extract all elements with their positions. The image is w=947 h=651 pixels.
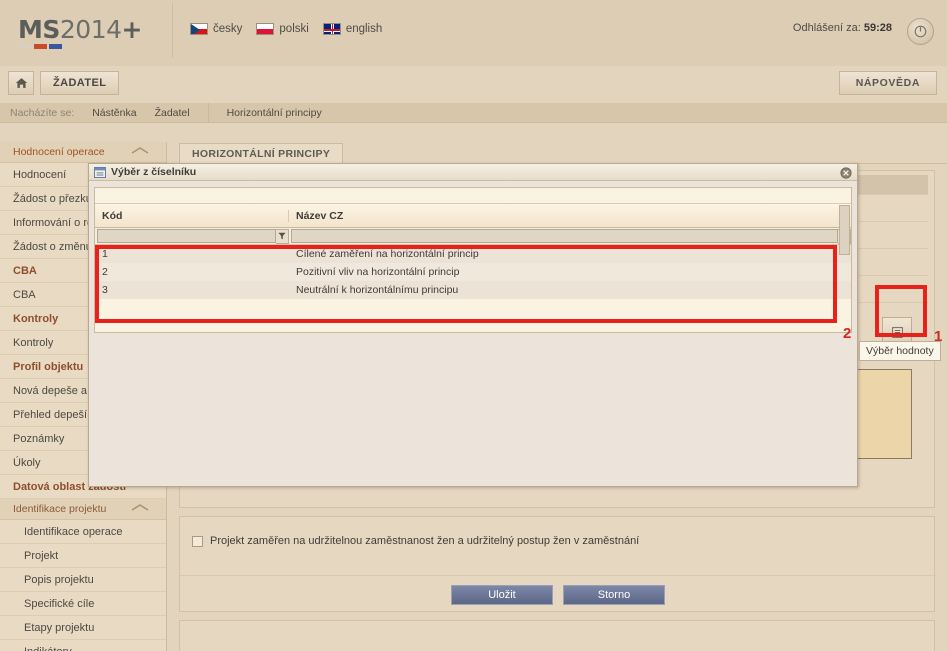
- page-header: MS2014+ česky polski english Odhlášení z…: [0, 0, 947, 66]
- grid-filter-row: [95, 228, 851, 245]
- dialog-titlebar[interactable]: Výběr z číselníku: [89, 164, 857, 181]
- form-button-bar: Uložit Storno: [180, 575, 936, 613]
- logo-plus: +: [121, 15, 143, 44]
- chevron-up-icon: [130, 503, 150, 515]
- filter-icon[interactable]: [276, 228, 289, 244]
- content-tabstrip: HORIZONTÁLNÍ PRINCIPY: [167, 142, 947, 164]
- main-toolbar: ŽADATEL NÁPOVĚDA: [0, 66, 947, 102]
- logo-ms: MS: [18, 15, 60, 44]
- tab-zadatel[interactable]: ŽADATEL: [40, 71, 120, 95]
- language-label: english: [345, 23, 383, 35]
- logout-timer-value: 59:28: [863, 22, 892, 34]
- home-icon: [15, 78, 27, 88]
- sidebar-item-identifikace-operace[interactable]: Identifikace operace: [0, 520, 166, 544]
- filter-input-nazev[interactable]: [291, 229, 838, 243]
- table-row[interactable]: 3 Neutrální k horizontálnímu principu: [95, 281, 851, 299]
- close-icon[interactable]: [840, 167, 852, 179]
- language-switcher: česky polski english: [190, 23, 382, 35]
- annotation-marker-2: 2: [843, 325, 852, 342]
- breadcrumb-separator: [207, 102, 209, 123]
- sidebar-item-projekt[interactable]: Projekt: [0, 544, 166, 568]
- column-header-nazev-cz[interactable]: Název CZ: [289, 210, 851, 222]
- breadcrumb-item-nastenka[interactable]: Nástěnka: [92, 107, 136, 119]
- help-button[interactable]: NÁPOVĚDA: [838, 71, 937, 95]
- sustainable-employment-checkbox[interactable]: [192, 535, 203, 547]
- breadcrumb-current: Horizontální principy: [226, 106, 322, 119]
- grid-footer: [95, 299, 851, 321]
- logout-timer: Odhlášení za: 59:28: [793, 22, 892, 34]
- cell-kod: 3: [102, 284, 108, 296]
- cell-kod: 2: [102, 266, 108, 278]
- home-button[interactable]: [8, 71, 34, 95]
- chevron-up-icon: [130, 146, 150, 158]
- language-option-english[interactable]: english: [322, 23, 383, 35]
- grid-toolbar-row: [95, 188, 851, 204]
- logo-year: 2014: [59, 15, 122, 44]
- highlighted-field-lower[interactable]: [854, 399, 912, 459]
- dialog-title-text: Výběr z číselníku: [111, 166, 197, 178]
- language-label: česky: [213, 23, 243, 35]
- pl-flag-icon: [256, 23, 275, 35]
- application-window: MS2014+ česky polski english Odhlášení z…: [0, 0, 947, 651]
- logo-color-bars: [19, 44, 62, 49]
- logout-button[interactable]: [907, 18, 934, 45]
- app-logo: MS2014+: [18, 17, 142, 42]
- sidebar-group-label: Identifikace projektu: [13, 503, 107, 515]
- sidebar-item-indikatory[interactable]: Indikátory: [0, 640, 166, 651]
- codebook-selection-dialog: Výběr z číselníku Kód Název CZ 1 Cílené …: [88, 163, 858, 487]
- en-flag-icon: [322, 23, 341, 35]
- filter-cell-nazev: [289, 228, 851, 245]
- cell-nazev: Neutrální k horizontálnímu principu: [296, 284, 459, 296]
- checkbox-label: Projekt zaměřen na udržitelnou zaměstnan…: [210, 535, 640, 547]
- window-icon: [94, 166, 106, 178]
- filter-input-kod[interactable]: [97, 229, 276, 243]
- sidebar-group-identifikace-projektu[interactable]: Identifikace projektu: [0, 499, 166, 520]
- table-row[interactable]: 2 Pozitivní vliv na horizontální princip: [95, 263, 851, 281]
- power-icon: [914, 25, 927, 38]
- sidebar-item-etapy-projektu[interactable]: Etapy projektu: [0, 616, 166, 640]
- checkbox-row-sustainable-employment: Projekt zaměřen na udržitelnou zaměstnan…: [192, 535, 639, 547]
- language-label: polski: [279, 23, 309, 35]
- form-panel-tertiary: [179, 620, 935, 651]
- grid-vertical-scrollbar[interactable]: [839, 205, 850, 255]
- cell-nazev: Pozitivní vliv na horizontální princip: [296, 266, 460, 278]
- language-option-cesky[interactable]: česky: [190, 23, 242, 35]
- sidebar-group-hodnoceni-operace[interactable]: Hodnocení operace: [0, 142, 166, 163]
- cz-flag-icon: [190, 23, 208, 35]
- tab-horizontalni-principy[interactable]: HORIZONTÁLNÍ PRINCIPY: [179, 143, 344, 164]
- sidebar-item-specificke-cile[interactable]: Specifické cíle: [0, 592, 166, 616]
- form-panel-secondary: Projekt zaměřen na udržitelnou zaměstnan…: [179, 516, 936, 613]
- cancel-button[interactable]: Storno: [563, 584, 665, 605]
- sidebar-group-label: Hodnocení operace: [13, 146, 105, 158]
- table-row[interactable]: 1 Cílené zaměření na horizontální princi…: [95, 245, 851, 263]
- header-divider: [172, 3, 173, 58]
- value-select-tooltip: Výběr hodnoty: [859, 341, 941, 361]
- cell-nazev: Cílené zaměření na horizontální princip: [296, 248, 479, 260]
- list-select-icon: [891, 326, 903, 338]
- cell-kod: 1: [102, 248, 108, 260]
- logout-timer-label: Odhlášení za:: [792, 22, 861, 34]
- codebook-grid: Kód Název CZ 1 Cílené zaměření na horizo…: [94, 187, 852, 333]
- sidebar-item-popis-projektu[interactable]: Popis projektu: [0, 568, 166, 592]
- column-header-kod[interactable]: Kód: [95, 209, 289, 222]
- save-button[interactable]: Uložit: [451, 584, 553, 605]
- language-option-polski[interactable]: polski: [256, 23, 309, 35]
- dialog-body: Kód Název CZ 1 Cílené zaměření na horizo…: [89, 182, 857, 486]
- breadcrumb-item-zadatel[interactable]: Žadatel: [155, 107, 190, 119]
- grid-header-row: Kód Název CZ: [95, 204, 851, 228]
- breadcrumb: Nacházíte se: Nástěnka Žadatel Horizontá…: [0, 102, 947, 123]
- filter-cell-kod: [95, 228, 289, 245]
- breadcrumb-label: Nacházíte se:: [10, 106, 75, 119]
